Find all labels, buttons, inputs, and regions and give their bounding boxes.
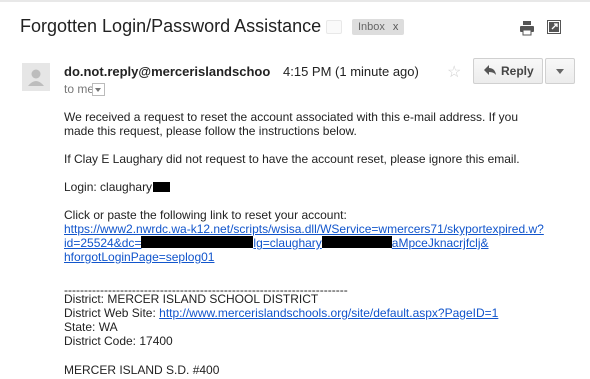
reply-label: Reply	[501, 64, 534, 78]
remove-label-icon[interactable]: x	[393, 21, 399, 33]
recipient-line: to me	[64, 82, 95, 96]
district-code-line: District Code: 17400	[64, 334, 173, 348]
inbox-label-text: Inbox	[358, 21, 385, 33]
reset-link-line-2[interactable]: id=25524&dc= lg=claughary aMpceJknacrjfclj…	[64, 236, 489, 250]
district-website-line: District Web Site: http://www.mercerisla…	[64, 306, 498, 320]
reset-link-line-3[interactable]: hforgotLoginPage=seplog01	[64, 250, 214, 264]
more-actions-button[interactable]	[545, 58, 575, 84]
school-district-name: MERCER ISLAND S.D. #400	[64, 363, 220, 377]
inbox-label-tag[interactable]: Inbox x	[352, 19, 405, 35]
email-subject: Forgotten Login/Password Assistance	[20, 16, 322, 36]
body-paragraph-2: If Clay E Laughary did not request to ha…	[64, 152, 520, 166]
subject-row: Forgotten Login/Password Assistance Inbo…	[0, 16, 590, 52]
body-paragraph-1-line-1: We received a request to reset the accou…	[64, 110, 519, 124]
star-icon[interactable]: ☆	[447, 62, 461, 82]
district-name: District: MERCER ISLAND SCHOOL DISTRICT	[64, 292, 319, 306]
reply-button[interactable]: Reply	[473, 58, 543, 84]
login-text: Login: claughary	[64, 180, 153, 194]
website-label: District Web Site:	[64, 306, 160, 320]
person-icon	[22, 63, 50, 91]
sender-avatar	[22, 63, 50, 91]
sender-address[interactable]: do.not.reply@mercerislandschools.org	[64, 64, 270, 79]
redaction-block	[153, 182, 171, 192]
reply-arrow-icon	[484, 65, 496, 75]
reset-link-segment-a[interactable]: id=25524&dc=	[64, 236, 141, 250]
new-window-icon[interactable]	[547, 20, 561, 34]
email-time: 4:15 PM (1 minute ago)	[283, 64, 419, 79]
label-chip-icon[interactable]	[326, 20, 342, 34]
redaction-block	[141, 236, 254, 248]
login-line: Login: claughary	[64, 180, 171, 194]
reset-link-segment-b[interactable]: lg=claughary	[253, 236, 321, 250]
top-divider	[0, 0, 590, 2]
print-icon[interactable]	[519, 20, 535, 36]
state-line: State: WA	[64, 320, 118, 334]
body-paragraph-3: Click or paste the following link to res…	[64, 208, 347, 222]
show-details-toggle[interactable]	[92, 83, 105, 96]
reset-link-line-1[interactable]: https://www2.nwrdc.wa-k12.net/scripts/ws…	[64, 222, 544, 236]
redaction-block	[321, 236, 392, 248]
body-paragraph-1-line-2: made this request, please follow the ins…	[64, 124, 357, 138]
expand-details-icon	[95, 88, 101, 92]
reset-link-segment-c[interactable]: aMpceJknacrjfclj&	[392, 236, 489, 250]
chevron-down-icon	[556, 69, 564, 74]
district-website-link[interactable]: http://www.mercerislandschools.org/site/…	[159, 306, 498, 320]
